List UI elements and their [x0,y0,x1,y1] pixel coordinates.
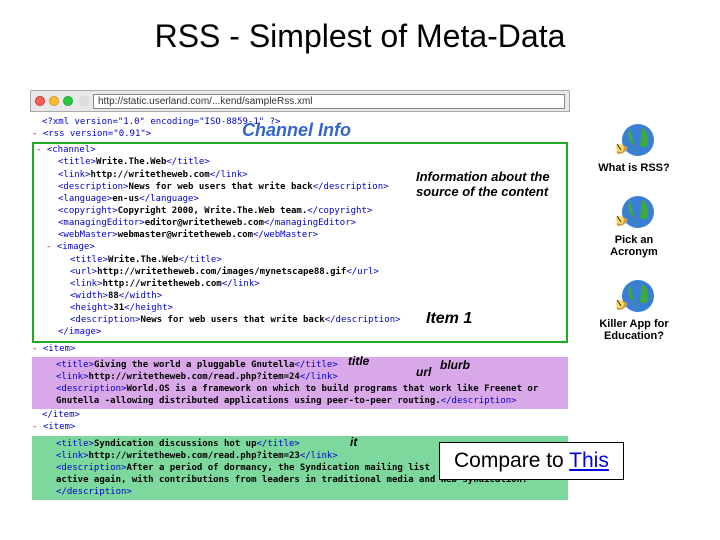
xml-tag: </item> [42,410,80,420]
xml-text: http://writetheweb.com/read.php?item=24 [89,372,300,382]
xml-tag: <copyright> [58,206,118,216]
compare-link[interactable]: This [569,449,609,472]
xml-tag: <description> [56,384,126,394]
link-killer-app[interactable]: Killer App forEducation? [599,276,668,342]
xml-tag: </description> [56,487,132,497]
xml-tag: </title> [166,157,209,167]
xml-tag: <item> [43,344,76,354]
zoom-icon[interactable] [63,96,73,106]
xml-text: en-us [112,194,139,204]
xml-tag: <link> [70,279,103,289]
xml-tag: <description> [58,182,128,192]
link-caption: What is RSS? [598,162,670,174]
url-annotation: url [416,364,431,380]
xml-text: http://writetheweb.com [103,279,222,289]
compare-text: Compare to [454,449,569,472]
it-annotation: it [350,434,357,450]
globe-icon [612,120,656,160]
xml-tag: </title> [178,255,221,265]
channel-info-label: Channel Info [242,118,351,142]
xml-text: 88 [108,291,119,301]
xml-line: <rss version="0.91"> [43,129,151,139]
item1-highlight-box: <title>Giving the world a pluggable Gnut… [32,357,568,410]
compare-box: Compare to This [439,442,624,480]
xml-tag: </link> [300,372,338,382]
xml-tag: <description> [56,463,126,473]
window-controls[interactable] [35,96,73,106]
xml-tag: <link> [58,170,91,180]
xml-tag: <title> [70,255,108,265]
xml-text: Write.The.Web [96,157,166,167]
xml-tag: </description> [313,182,389,192]
xml-tag: </description> [325,315,401,325]
xml-text: http://writetheweb.com/read.php?item=23 [89,451,300,461]
xml-text: Giving the world a pluggable Gnutella [94,360,294,370]
xml-tag: <width> [70,291,108,301]
xml-text: http://writetheweb.com/images/mynetscape… [97,267,346,277]
xml-tag: </width> [119,291,162,301]
xml-text: Write.The.Web [108,255,178,265]
xml-tag: </link> [222,279,260,289]
xml-text: editor@writetheweb.com [145,218,264,228]
xml-tag: </url> [346,267,379,277]
url-bar[interactable]: http://static.userland.com/...kend/sampl… [93,94,565,109]
xml-tag: </copyright> [307,206,372,216]
title-annotation: title [348,353,369,369]
xml-tag: <url> [70,267,97,277]
xml-tag: <managingEditor> [58,218,145,228]
page-icon [79,96,89,106]
xml-tag: <description> [70,315,140,325]
slide-title: RSS - Simplest of Meta-Data [0,0,720,63]
xml-tag: </height> [124,303,173,313]
info-label: Information about the source of the cont… [416,170,570,200]
xml-text: 31 [113,303,124,313]
xml-tag: </link> [300,451,338,461]
link-pick-acronym[interactable]: Pick anAcronym [610,192,658,258]
xml-tag: <title> [56,439,94,449]
close-icon[interactable] [35,96,45,106]
xml-text: http://writetheweb.com [91,170,210,180]
xml-tag: </title> [294,360,337,370]
xml-text: Copyright 2000, Write.The.Web team. [118,206,308,216]
xml-tag: <title> [56,360,94,370]
link-caption: Killer App forEducation? [599,318,668,342]
xml-tag: <title> [58,157,96,167]
xml-tag: </title> [257,439,300,449]
link-caption: Pick anAcronym [610,234,658,258]
xml-tag: <item> [43,422,76,432]
xml-tag: <image> [57,242,95,252]
xml-tag: <link> [56,372,89,382]
xml-tag: </webMaster> [253,230,318,240]
right-column: What is RSS? Pick anAcronym Killer App f… [580,120,688,360]
xml-tag: </link> [210,170,248,180]
xml-text: Syndication discussions hot up [94,439,257,449]
xml-text: webmaster@writetheweb.com [118,230,253,240]
xml-tag: <height> [70,303,113,313]
browser-toolbar: http://static.userland.com/...kend/sampl… [30,90,570,112]
xml-text: News for web users that write back [140,315,324,325]
blurb-annotation: blurb [440,357,470,373]
xml-text: News for web users that write back [128,182,312,192]
xml-tag: </image> [58,327,101,337]
xml-tag: <link> [56,451,89,461]
xml-line: <channel> [47,145,96,155]
xml-tag: </description> [441,396,517,406]
globe-icon [612,276,656,316]
xml-tag: </managingEditor> [264,218,356,228]
minimize-icon[interactable] [49,96,59,106]
xml-tag: <webMaster> [58,230,118,240]
link-what-is-rss[interactable]: What is RSS? [598,120,670,174]
xml-tag: </language> [139,194,199,204]
item1-label: Item 1 [426,308,472,330]
xml-tag: <language> [58,194,112,204]
xml-text: After a period of dormancy, the Syndicat… [126,463,429,473]
globe-icon [612,192,656,232]
